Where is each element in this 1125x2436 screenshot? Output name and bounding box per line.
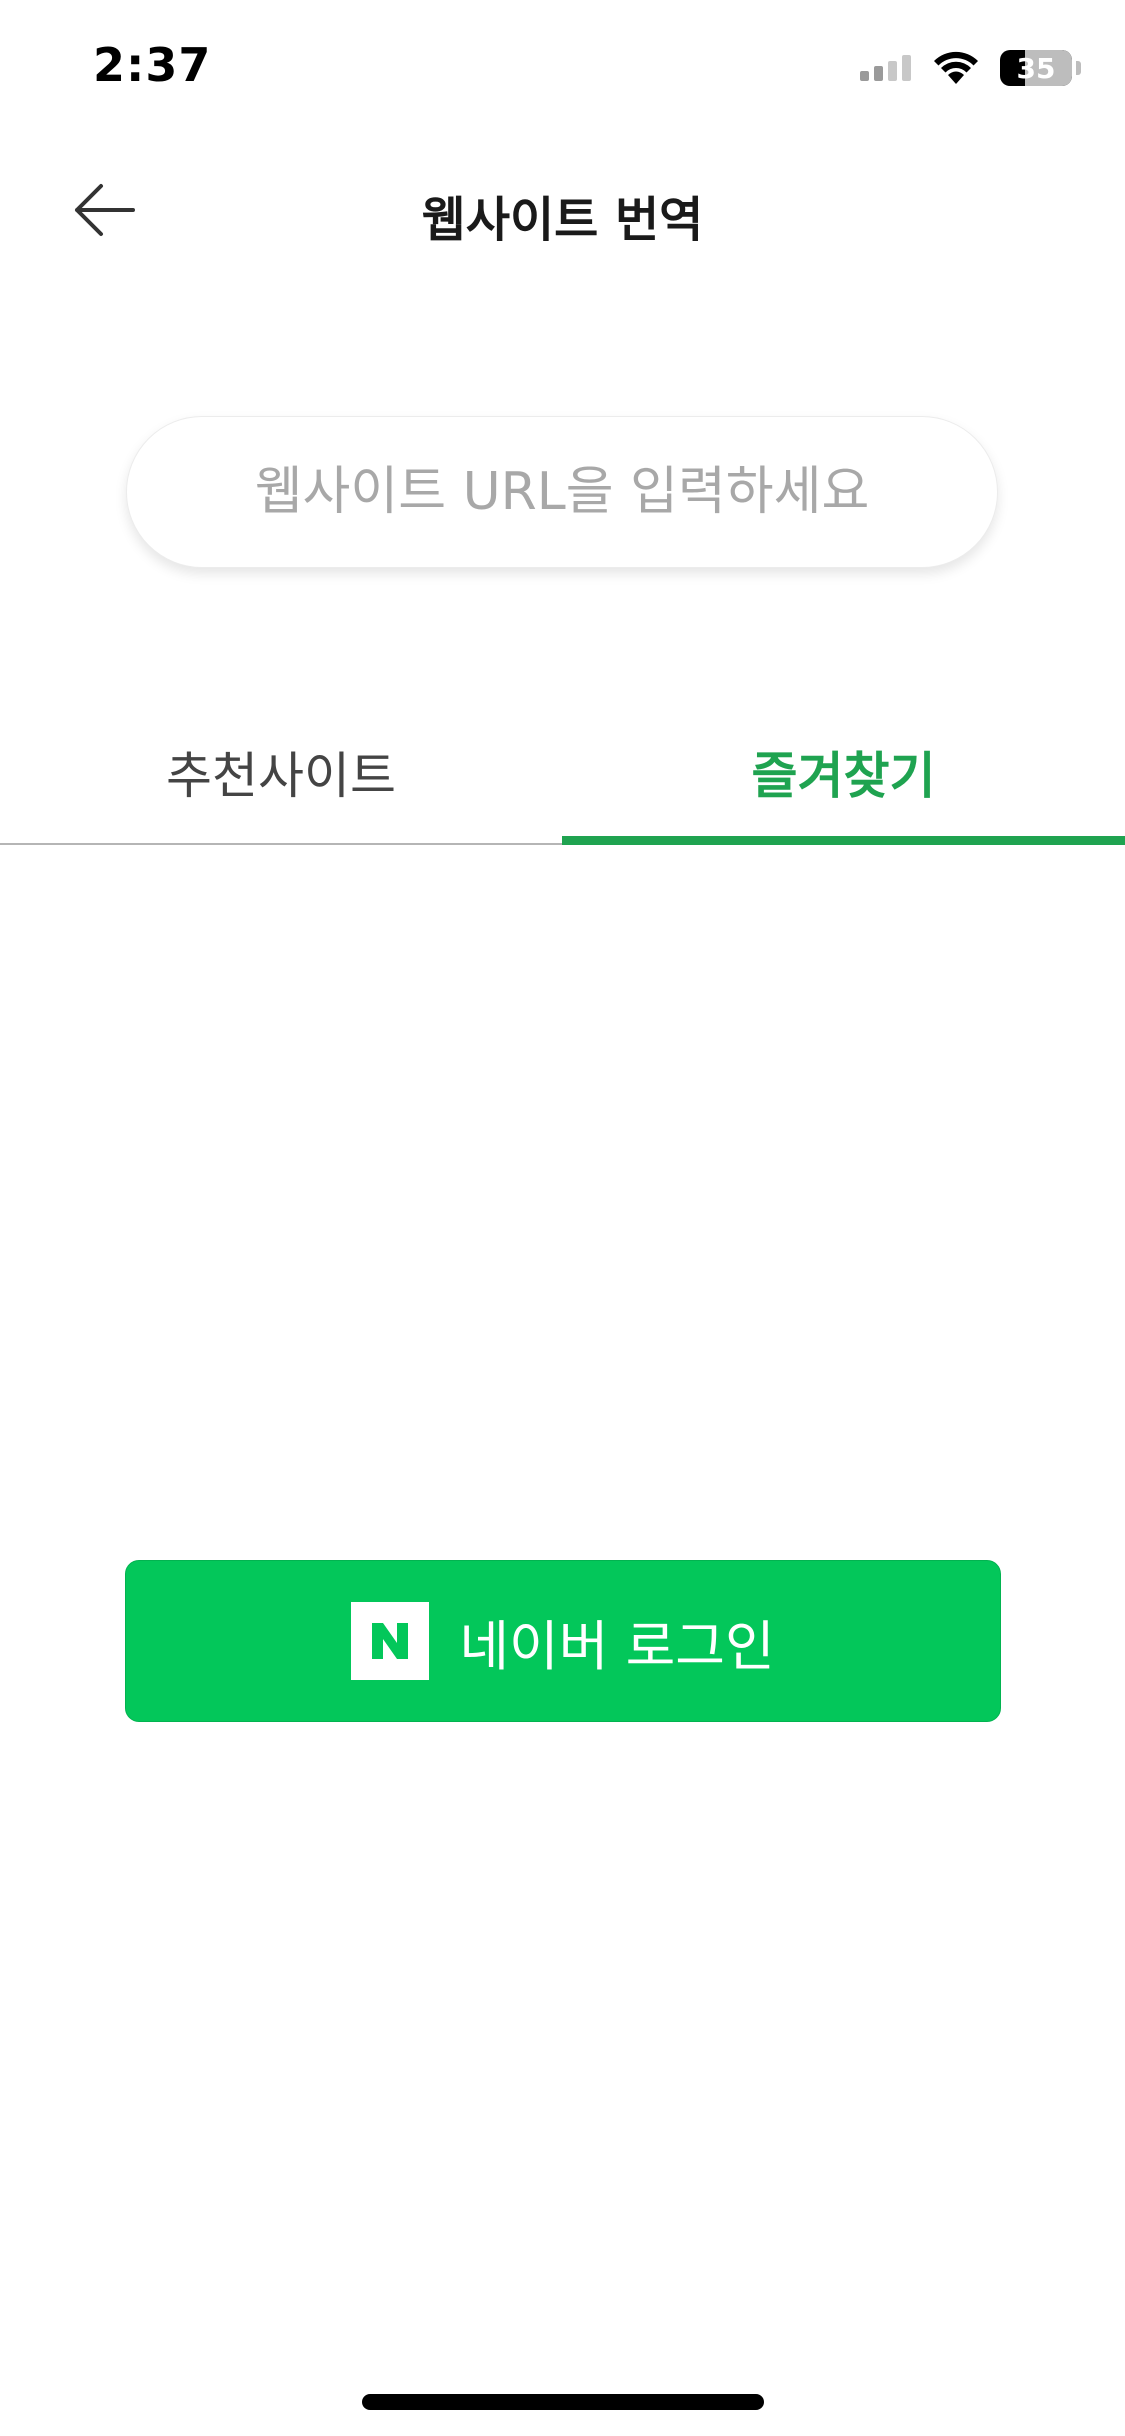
tab-favorites[interactable]: 즐겨찾기 bbox=[562, 720, 1125, 845]
tab-label: 추천사이트 bbox=[166, 746, 396, 805]
wifi-icon bbox=[934, 51, 978, 84]
battery-level: 35 bbox=[1016, 51, 1056, 85]
naver-login-button[interactable]: 네이버 로그인 bbox=[125, 1560, 1001, 1722]
naver-n-glyph bbox=[372, 1623, 409, 1659]
cellular-signal-icon bbox=[860, 55, 911, 81]
battery-cap bbox=[1076, 61, 1081, 75]
url-search-field bbox=[126, 416, 998, 568]
naver-n-logo-icon bbox=[351, 1602, 430, 1680]
tab-bar: 추천사이트 즐겨찾기 bbox=[0, 720, 1125, 845]
header: 웹사이트 번역 bbox=[0, 150, 1125, 270]
status-time: 2:37 bbox=[93, 38, 212, 92]
battery-icon: 35 bbox=[1000, 50, 1072, 86]
tab-underline bbox=[562, 836, 1125, 845]
status-bar: 2:37 35 bbox=[0, 0, 1125, 140]
screen: 2:37 35 웹사이트 번역 웹사이트 URL을 입력하세요 추천사이트 즐겨… bbox=[0, 0, 1125, 2436]
home-indicator[interactable] bbox=[362, 2394, 764, 2410]
page-title: 웹사이트 번역 bbox=[421, 192, 704, 248]
tab-underline bbox=[0, 843, 562, 845]
tab-label: 즐겨찾기 bbox=[751, 746, 936, 805]
status-icons: 35 bbox=[860, 48, 1081, 88]
tab-recommended-sites[interactable]: 추천사이트 bbox=[0, 720, 562, 845]
url-input[interactable] bbox=[127, 417, 997, 567]
naver-login-label: 네이버 로그인 bbox=[459, 1614, 775, 1678]
